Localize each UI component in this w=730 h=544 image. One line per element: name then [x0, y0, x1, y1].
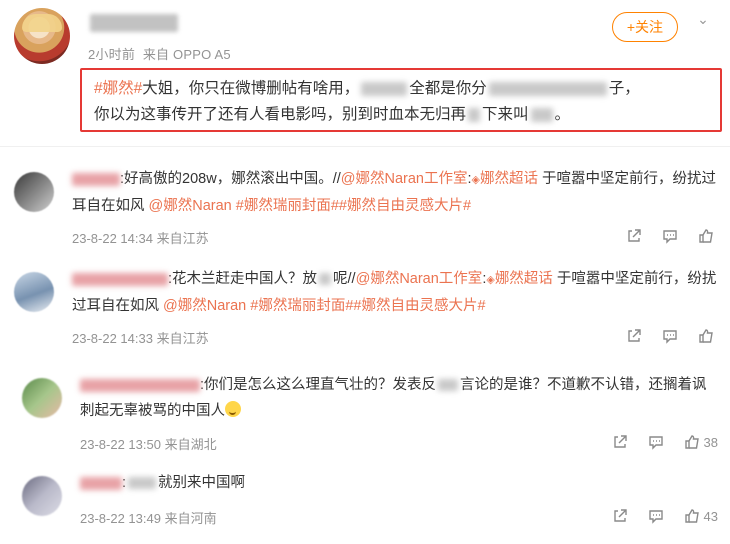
- comment-button[interactable]: [662, 228, 678, 244]
- comment-body: :: [122, 475, 127, 491]
- comment-body: :好高傲的208w，娜然滚出中国。//: [120, 171, 341, 187]
- comment-icon: [648, 436, 663, 450]
- blurred-text: [468, 107, 481, 122]
- comment-button[interactable]: [662, 328, 678, 344]
- blurred-text: [438, 379, 459, 392]
- share-icon: [628, 229, 641, 242]
- share-button[interactable]: [626, 228, 642, 244]
- post-text-e: 下来叫: [482, 106, 529, 123]
- username-blurred[interactable]: [80, 476, 122, 490]
- comment-time: 23-8-22 14:34: [72, 231, 153, 246]
- post-text-d: 你以为这事传开了还有人看电影吗，别到时血本无归再: [94, 106, 467, 123]
- like-button[interactable]: 43: [684, 508, 718, 524]
- share-icon: [613, 435, 627, 448]
- hashtag-link[interactable]: #娜然瑞丽封面##娜然自由灵感大片#: [232, 198, 471, 214]
- comment-actions: [626, 228, 718, 244]
- comment-actions: 43: [612, 508, 718, 524]
- username-blurred[interactable]: [72, 172, 120, 186]
- mention-link[interactable]: @娜然Naran: [163, 298, 246, 314]
- comment-location: 来自河南: [164, 511, 217, 526]
- comment-meta: 23-8-22 13:50 来自湖北: [80, 434, 217, 453]
- post-meta: 2小时前 来自 OPPO A5: [88, 44, 235, 63]
- like-icon: [684, 435, 699, 449]
- comment-meta: 23-8-22 14:33 来自江苏: [72, 328, 209, 347]
- username-blurred[interactable]: [90, 14, 178, 32]
- thinking-emoji-icon: [225, 401, 241, 417]
- mention-link[interactable]: @娜然Naran工作室: [356, 271, 483, 287]
- post-time: 2小时前: [88, 47, 136, 62]
- post-text-b: 全都是你分: [409, 80, 487, 97]
- share-icon: [613, 509, 627, 522]
- username-blurred[interactable]: [80, 378, 200, 392]
- comment-location: 来自湖北: [164, 437, 217, 452]
- avatar[interactable]: [14, 272, 54, 312]
- mention-link[interactable]: @娜然Naran: [149, 198, 232, 214]
- comment-text: : 就别来中国啊: [80, 470, 720, 496]
- share-button[interactable]: [612, 434, 628, 450]
- follow-label: +关注: [626, 19, 663, 35]
- comment-time: 23-8-22 13:49: [80, 511, 161, 526]
- post-text-a: 大姐，你只在微博删帖有啥用，: [142, 80, 360, 97]
- blurred-text: [488, 81, 607, 96]
- comment-time: 23-8-22 13:50: [80, 437, 161, 452]
- share-button[interactable]: [626, 328, 642, 344]
- like-icon: [699, 229, 713, 243]
- super-topic-icon: ◈: [471, 174, 480, 186]
- avatar[interactable]: [22, 476, 62, 516]
- mention-link[interactable]: @娜然Naran工作室: [341, 171, 468, 187]
- share-icon: [628, 329, 641, 342]
- share-button[interactable]: [612, 508, 628, 524]
- blurred-text: [530, 107, 553, 122]
- hashtag-link[interactable]: #娜然瑞丽封面##娜然自由灵感大片#: [246, 298, 485, 314]
- comment-actions: 38: [612, 434, 718, 450]
- like-icon: [684, 509, 699, 523]
- like-count: 43: [703, 508, 718, 524]
- like-button[interactable]: [698, 228, 718, 244]
- hashtag-link[interactable]: #娜然#: [94, 80, 142, 97]
- like-button[interactable]: 38: [684, 434, 718, 450]
- comment-body: 就别来中国啊: [158, 475, 246, 491]
- divider: [0, 146, 730, 147]
- blurred-text: [361, 81, 408, 96]
- comment-text: :花木兰赶走中国人？放 呢//@娜然Naran工作室:◈娜然超话 于喧嚣中坚定前行…: [72, 266, 722, 319]
- comment-location: 来自江苏: [156, 331, 209, 346]
- comment-body: 呢//: [333, 271, 356, 287]
- like-icon: [699, 329, 713, 343]
- post-text-c: 子，: [608, 80, 640, 97]
- comment-icon: [663, 330, 677, 344]
- comment-meta: 23-8-22 13:49 来自河南: [80, 508, 217, 527]
- post-text-f: 。: [554, 106, 571, 123]
- comment-body: :花木兰赶走中国人？放: [168, 271, 318, 287]
- blurred-text: [319, 273, 332, 286]
- like-count: 38: [703, 434, 718, 450]
- post-body: #娜然#大姐，你只在微博删帖有啥用， 全都是你分 子， 你以为这事传开了还有人看电影…: [80, 68, 722, 132]
- comment-meta: 23-8-22 14:34 来自江苏: [72, 228, 209, 247]
- like-button[interactable]: [698, 328, 718, 344]
- comment-icon: [663, 230, 677, 244]
- avatar[interactable]: [14, 8, 70, 64]
- comment-time: 23-8-22 14:33: [72, 331, 153, 346]
- super-topic-link[interactable]: 娜然超话: [495, 271, 553, 287]
- follow-button[interactable]: +关注: [611, 12, 678, 42]
- post-header: 2小时前 来自 OPPO A5 +关注 ⌄: [14, 8, 714, 68]
- comment-text: :你们是怎么这么理直气壮的？发表反 言论的是谁？不道歉不认错，还搁着讽刺起无辜被骂…: [80, 372, 720, 424]
- post-source: 来自 OPPO A5: [142, 47, 231, 62]
- username-blurred[interactable]: [72, 272, 168, 286]
- comment-text: :好高傲的208w，娜然滚出中国。//@娜然Naran工作室:◈娜然超话 于喧嚣…: [72, 166, 722, 219]
- comment-icon: [648, 510, 663, 524]
- avatar[interactable]: [22, 378, 62, 418]
- avatar[interactable]: [14, 172, 54, 212]
- super-topic-icon: ◈: [486, 274, 495, 286]
- comment-location: 来自江苏: [156, 231, 209, 246]
- chevron-down-icon[interactable]: ⌄: [692, 8, 714, 30]
- comment-button[interactable]: [648, 508, 664, 524]
- comment-body: :你们是怎么这么理直气壮的？发表反: [200, 377, 437, 393]
- super-topic-link[interactable]: 娜然超话: [480, 171, 538, 187]
- comment-button[interactable]: [648, 434, 664, 450]
- comment-actions: [626, 328, 718, 344]
- blurred-text: [128, 477, 157, 490]
